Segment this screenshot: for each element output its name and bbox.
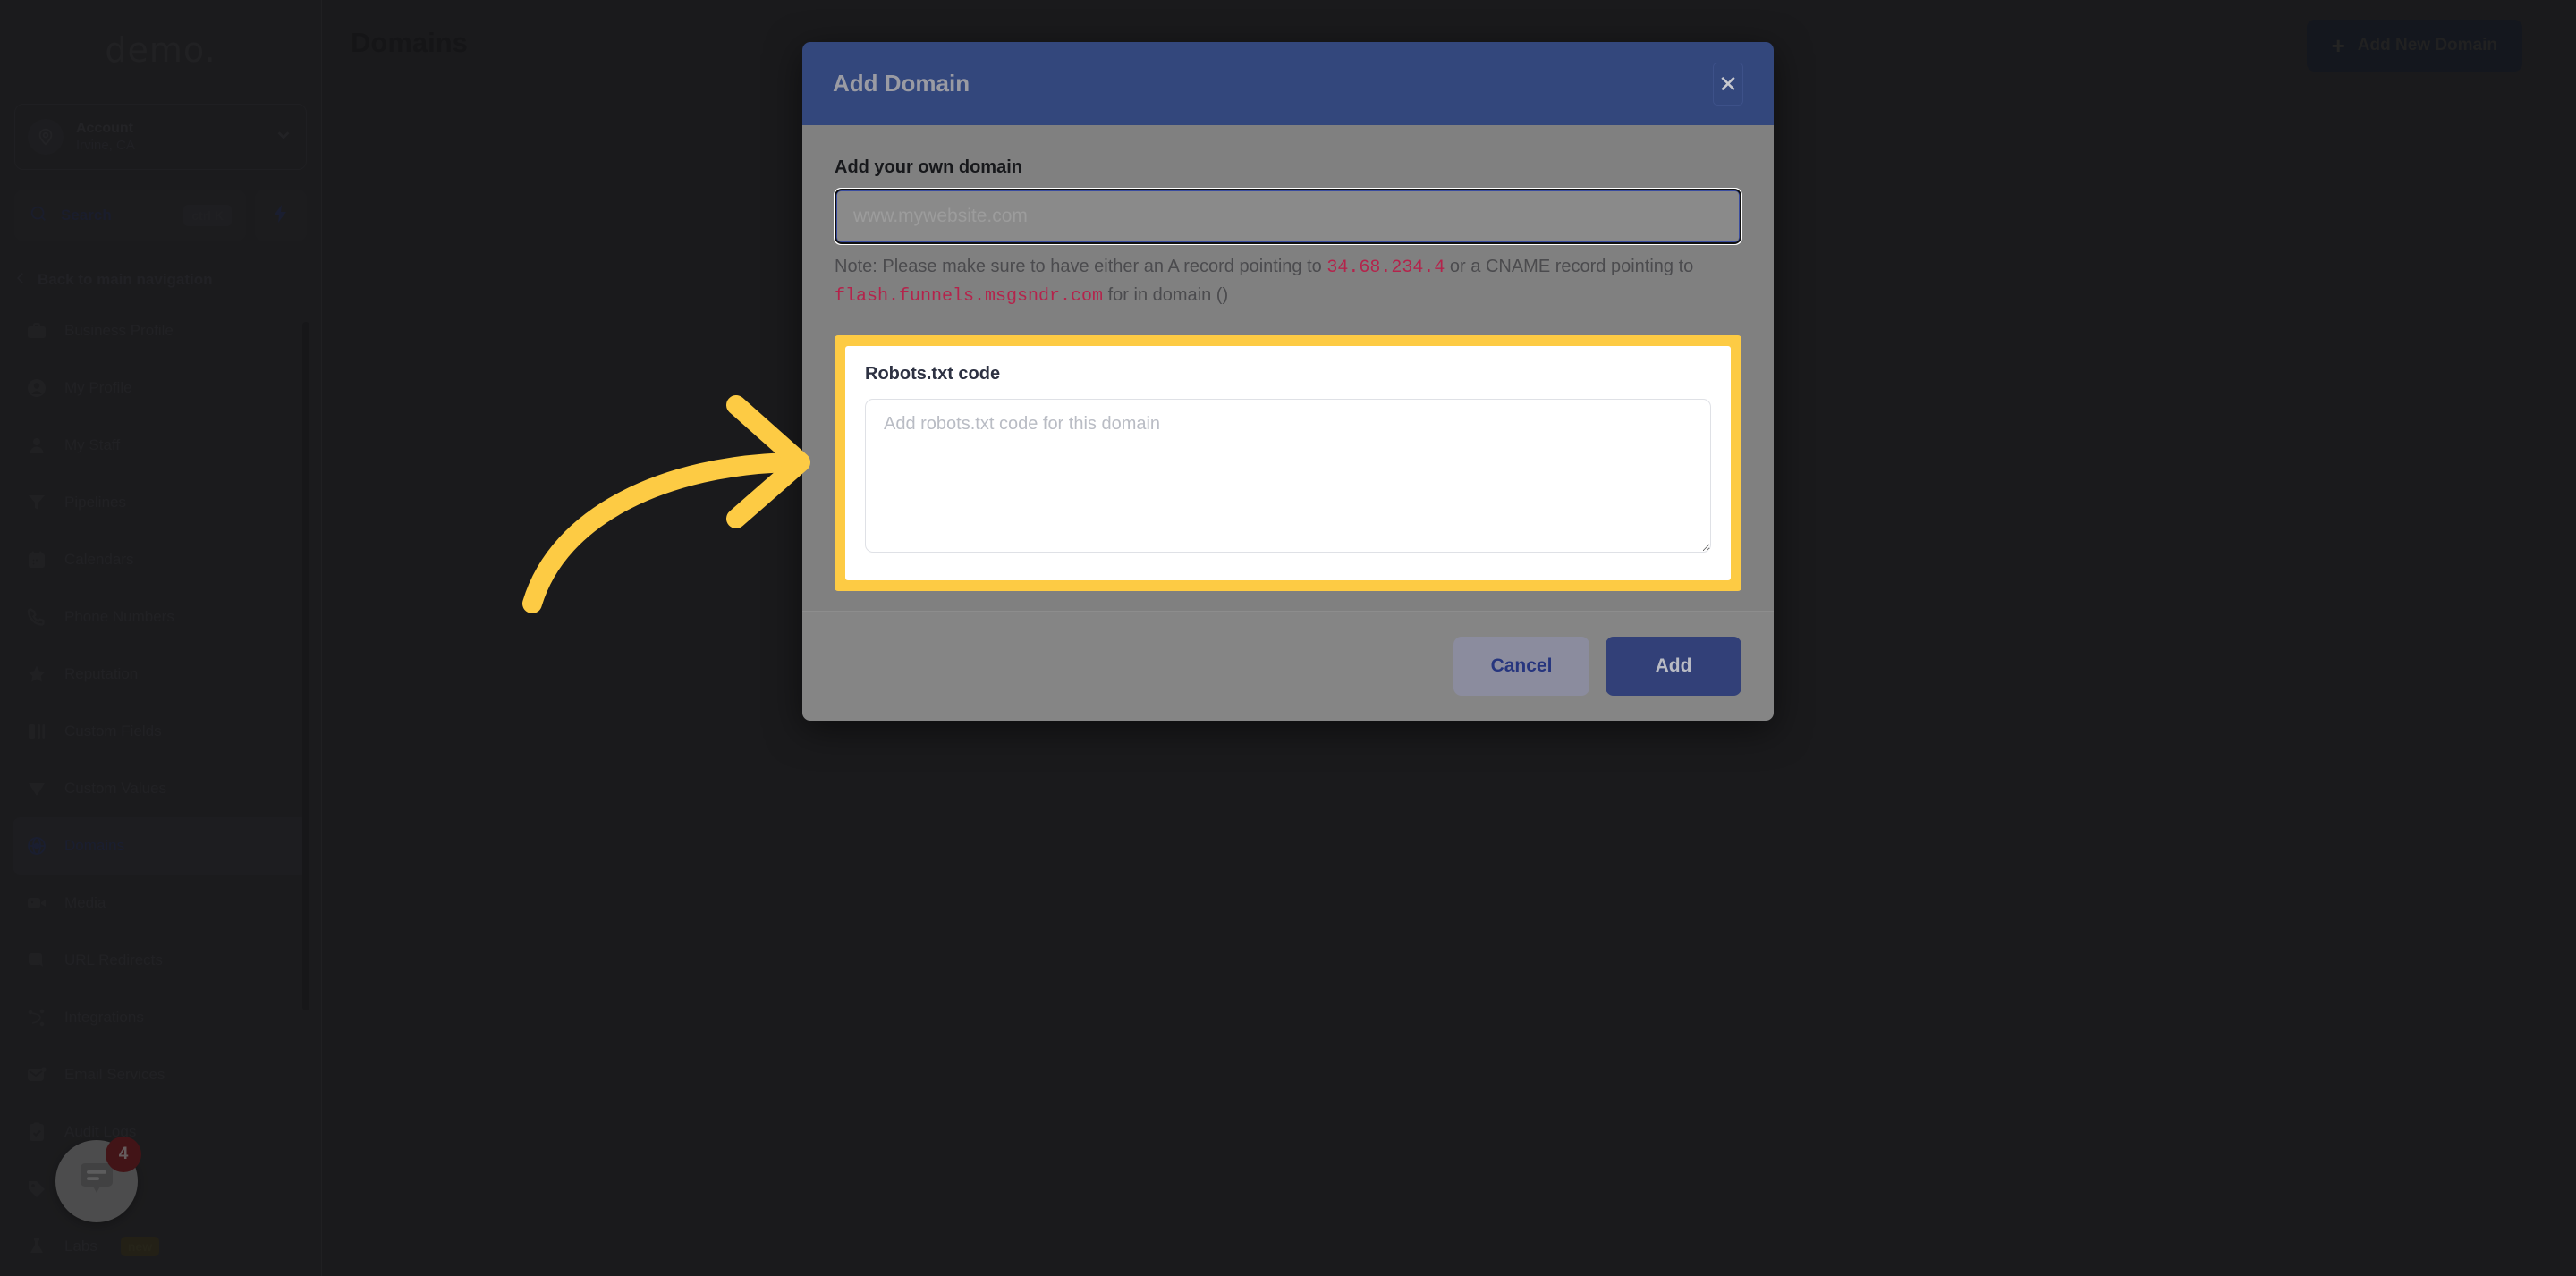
modal-footer: Cancel Add — [802, 611, 1774, 721]
cancel-button[interactable]: Cancel — [1453, 637, 1589, 696]
robots-highlight-frame: Robots.txt code — [835, 335, 1741, 591]
robots-panel: Robots.txt code — [845, 346, 1731, 580]
domain-field-label: Add your own domain — [835, 157, 1022, 177]
modal-body: Add your own domain Note: Please make su… — [802, 125, 1774, 611]
add-domain-modal: Add Domain ✕ Add your own domain Note: P… — [802, 42, 1774, 721]
note-cname: flash.funnels.msgsndr.com — [835, 286, 1104, 307]
modal-header: Add Domain ✕ — [802, 42, 1774, 125]
domain-input[interactable] — [834, 188, 1742, 245]
robots-field-label: Robots.txt code — [865, 364, 1001, 384]
add-button[interactable]: Add — [1606, 637, 1741, 696]
note-ip-address: 34.68.234.4 — [1326, 258, 1445, 278]
note-suffix: for in domain () — [1103, 285, 1229, 305]
close-icon[interactable]: ✕ — [1713, 62, 1743, 106]
note-prefix: Note: Please make sure to have either an… — [835, 257, 1327, 276]
dns-note: Note: Please make sure to have either an… — [835, 253, 1741, 310]
robots-textarea[interactable] — [865, 399, 1711, 553]
modal-title: Add Domain — [833, 70, 970, 97]
note-middle: or a CNAME record pointing to — [1445, 257, 1694, 276]
